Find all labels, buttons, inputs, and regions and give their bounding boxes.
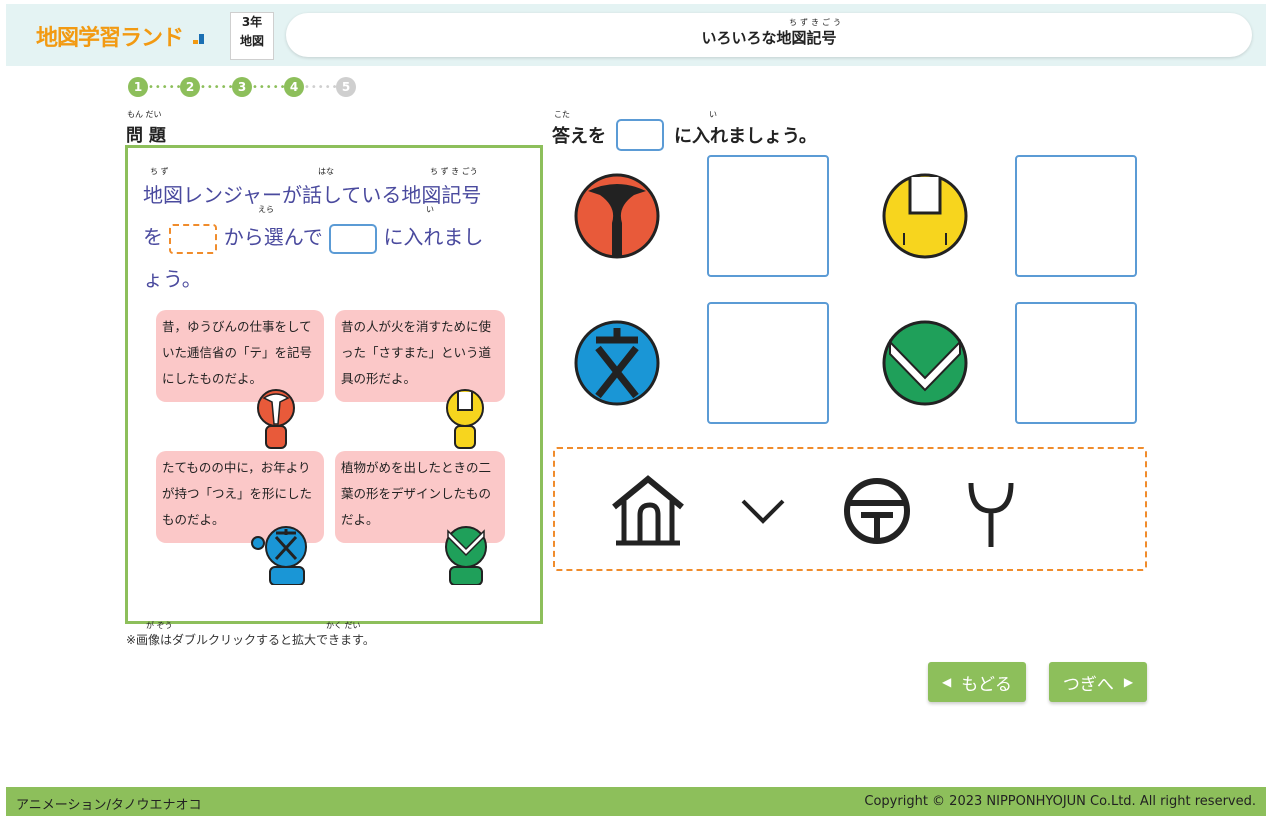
problem-line2a: を [143,225,163,249]
logo-mark-icon [192,34,204,44]
problem-panel: ち ず はな ち ず き ごう えら い 地図レンジャーが話している地図記号 を… [125,145,543,624]
mondai-ruby: もん だい [127,110,162,119]
green-symbol [882,320,968,406]
problem-line2b: から選んで [223,225,323,249]
problem-line2c: に入れまし [383,225,484,249]
answer-box-4[interactable] [1015,302,1137,424]
step-dots: ••••• [252,81,287,93]
ruby-gazou: が ぞう [146,621,173,630]
answer-box-3[interactable] [707,302,829,424]
speech-bubble-red: 昔，ゆうびんの仕事をしていた逓信省の「テ」を記号にしたものだよ。 [156,310,324,402]
grade-badge: 3年 地図 [230,12,274,60]
chevron-left-icon: ◀ [942,675,952,689]
page-title: いろいろな地図記号 [701,29,837,47]
answer-heading: 答えを に入れましょう。 [552,119,817,151]
choices-area [553,447,1147,571]
answer-box-legend [616,119,664,151]
back-button[interactable]: ◀ もどる [928,662,1026,702]
title-ruby: ちずきごう [789,18,844,27]
ranger-blue-icon[interactable] [248,523,318,585]
answer-box-2[interactable] [1015,155,1137,277]
problem-text: 地図レンジャーが話している地図記号 を から選んで に入れまし ょう。 [143,174,523,300]
back-label: もどる [961,674,1012,695]
post-office-symbol-icon[interactable] [837,471,917,551]
answer-heading-b: に入れましょう。 [674,126,817,147]
blue-symbol [574,320,660,406]
sprout-symbol-icon[interactable] [723,471,803,551]
app-frame: 地図学習ランド 3年 地図 いろいろな地図記号 ちずきごう 1 ••••• 2 … [6,4,1266,816]
answer-box-legend [329,223,378,254]
answer-box-1[interactable] [707,155,829,277]
step-4[interactable]: 4 [284,77,304,97]
grade-label: 3年 [241,15,263,29]
ranger-yellow-icon[interactable] [444,388,486,450]
step-dots: ••••• [148,81,183,93]
footer-credit: アニメーション/タノウエナオコ [16,798,202,813]
ruby-kakudai: かく だい [326,621,361,630]
header: 地図学習ランド 3年 地図 いろいろな地図記号 ちずきごう [6,4,1266,66]
footer: アニメーション/タノウエナオコ Copyright © 2023 NIPPONH… [6,787,1266,816]
red-sasumata-symbol [574,173,660,259]
step-1[interactable]: 1 [128,77,148,97]
step-indicator: 1 ••••• 2 ••••• 3 ••••• 4 ••••• 5 [128,76,356,98]
logo: 地図学習ランド [36,20,206,52]
problem-line1: 地図レンジャーが話している地図記号 [143,183,482,207]
step-dots: ••••• [304,81,339,93]
next-label: つぎへ [1062,674,1114,695]
footer-copyright: Copyright © 2023 NIPPONHYOJUN Co.Ltd. Al… [864,794,1256,809]
problem-line3: ょう。 [143,267,202,291]
choices-box-legend [169,223,218,254]
subject-label: 地図 [239,34,264,48]
title-bar: いろいろな地図記号 ちずきごう [286,13,1252,57]
next-button[interactable]: つぎへ ▶ [1049,662,1147,702]
zoom-note: ※画像はダブルクリックすると拡大できます。 [126,633,375,647]
ranger-green-icon[interactable] [438,523,494,585]
sasumata-symbol-icon[interactable] [951,471,1031,551]
yellow-symbol [882,173,968,259]
house-cane-symbol-icon[interactable] [608,471,688,551]
ranger-red-icon[interactable] [256,388,296,450]
step-3[interactable]: 3 [232,77,252,97]
step-dots: ••••• [200,81,235,93]
chevron-right-icon: ▶ [1123,675,1134,689]
answer-heading-a: 答えを [552,126,606,147]
step-2[interactable]: 2 [180,77,200,97]
problem-heading: 問 題 [126,126,166,146]
step-5[interactable]: 5 [336,77,356,97]
